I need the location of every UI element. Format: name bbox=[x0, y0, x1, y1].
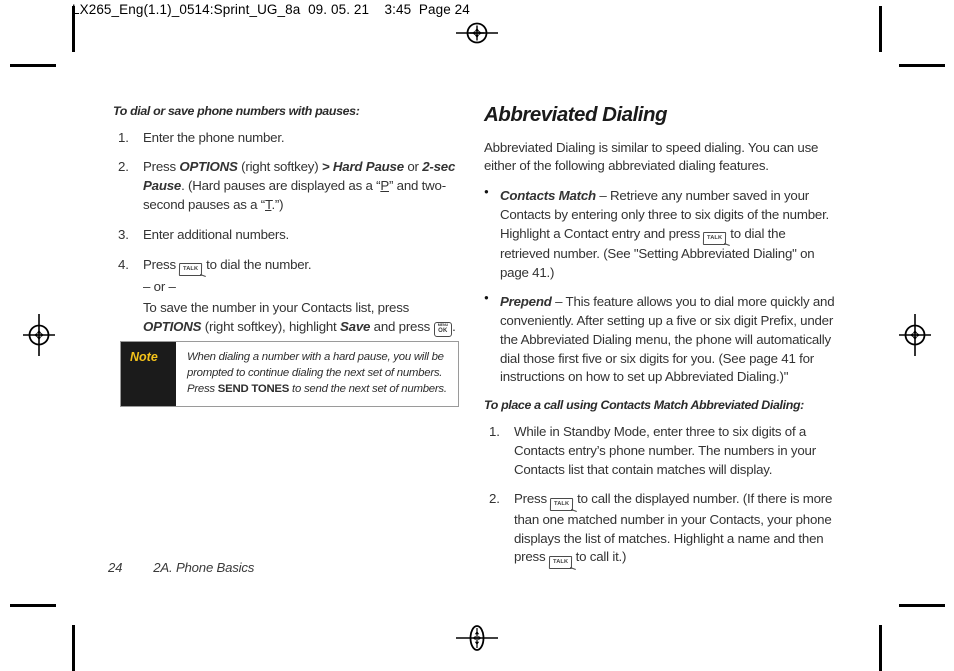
feature-bullet-list: Contacts Match – Retrieve any number sav… bbox=[484, 186, 836, 387]
text-run: . (Hard pauses are displayed as a “ bbox=[181, 178, 381, 194]
footer-page-number: 24 bbox=[108, 560, 123, 575]
left-column-lead: To dial or save phone numbers with pause… bbox=[113, 104, 360, 118]
emphasised-term: Contacts Match bbox=[500, 188, 596, 204]
step-alternative-label: – or – bbox=[143, 279, 176, 295]
right-column-lead: To place a call using Contacts Match Abb… bbox=[484, 398, 804, 413]
emphasised-term: Save bbox=[340, 318, 371, 334]
text-run: Press bbox=[143, 256, 180, 272]
numbered-step: Enter the phone number. bbox=[113, 129, 465, 148]
menu-ok-key-icon: MENU OK bbox=[433, 321, 453, 337]
talk-key-icon: TALK bbox=[548, 555, 573, 569]
step-alternative-text: To save the number in your Contacts list… bbox=[143, 299, 465, 337]
right-column: Abbreviated Dialing Abbreviated Dialing … bbox=[484, 103, 836, 580]
note-bold-keys: SEND TONES bbox=[217, 383, 290, 396]
talk-key-icon: TALK bbox=[179, 263, 203, 277]
text-run: Enter the phone number. bbox=[143, 129, 285, 145]
section-intro: Abbreviated Dialing is similar to speed … bbox=[484, 139, 819, 174]
text-run: or bbox=[403, 159, 423, 175]
page-content: To dial or save phone numbers with pause… bbox=[0, 0, 954, 671]
left-column-step-list: Enter the phone number. Press OPTIONS (ri… bbox=[113, 129, 465, 337]
feature-bullet: Prepend – This feature allows you to dia… bbox=[484, 292, 836, 387]
text-run: While in Standby Mode, enter three to si… bbox=[514, 423, 816, 477]
emphasised-term: OPTIONS bbox=[143, 318, 202, 334]
numbered-step: Press OPTIONS (right softkey) > Hard Pau… bbox=[113, 158, 465, 215]
emphasised-term: Prepend bbox=[500, 293, 552, 309]
emphasised-term: OPTIONS bbox=[179, 159, 238, 175]
left-column: To dial or save phone numbers with pause… bbox=[113, 104, 465, 348]
talk-key-icon: TALK bbox=[703, 232, 727, 246]
note-text-after: to send the next set of numbers. bbox=[289, 383, 447, 396]
step-text: Press TALK to call the displayed number.… bbox=[514, 491, 832, 569]
note-body: When dialing a number with a hard pause,… bbox=[176, 342, 458, 406]
text-run: Press bbox=[143, 159, 180, 175]
numbered-step: Press TALK to dial the number. – or – To s… bbox=[113, 256, 465, 337]
underlined-char: P bbox=[380, 178, 389, 194]
text-run: and press bbox=[370, 318, 434, 334]
text-run: .”) bbox=[271, 197, 284, 213]
text-run: Enter additional numbers. bbox=[143, 227, 290, 242]
numbered-step: While in Standby Mode, enter three to si… bbox=[484, 423, 836, 480]
text-run: To save the number in your Contacts list… bbox=[143, 299, 410, 315]
step-text: Press TALK to dial the number. bbox=[143, 256, 312, 277]
step-text: Enter additional numbers. bbox=[143, 227, 289, 242]
feature-bullet: Contacts Match – Retrieve any number sav… bbox=[484, 186, 836, 283]
text-run: to call it.) bbox=[572, 549, 627, 565]
page-footer: 24 2A. Phone Basics bbox=[108, 560, 254, 575]
numbered-step: Enter additional numbers. bbox=[113, 226, 465, 245]
text-run: Press bbox=[514, 491, 551, 507]
text-run: to dial the number. bbox=[202, 256, 312, 272]
numbered-step: Press TALK to call the displayed number.… bbox=[484, 490, 836, 569]
text-run: (right softkey) bbox=[237, 159, 322, 175]
emphasised-term: > Hard Pause bbox=[321, 159, 404, 175]
talk-key-icon: TALK bbox=[550, 497, 574, 511]
section-title: Abbreviated Dialing bbox=[484, 103, 668, 126]
right-column-step-list: While in Standby Mode, enter three to si… bbox=[484, 423, 836, 569]
step-text: Enter the phone number. bbox=[143, 129, 285, 145]
text-run: (right softkey), highlight bbox=[201, 318, 341, 334]
step-text: While in Standby Mode, enter three to si… bbox=[514, 424, 816, 477]
note-label: Note bbox=[121, 342, 176, 406]
footer-chapter: 2A. Phone Basics bbox=[153, 560, 255, 575]
note-box: Note When dialing a number with a hard p… bbox=[120, 341, 459, 407]
step-text: Press OPTIONS (right softkey) > Hard Pau… bbox=[143, 159, 455, 212]
text-run: . bbox=[452, 318, 456, 334]
